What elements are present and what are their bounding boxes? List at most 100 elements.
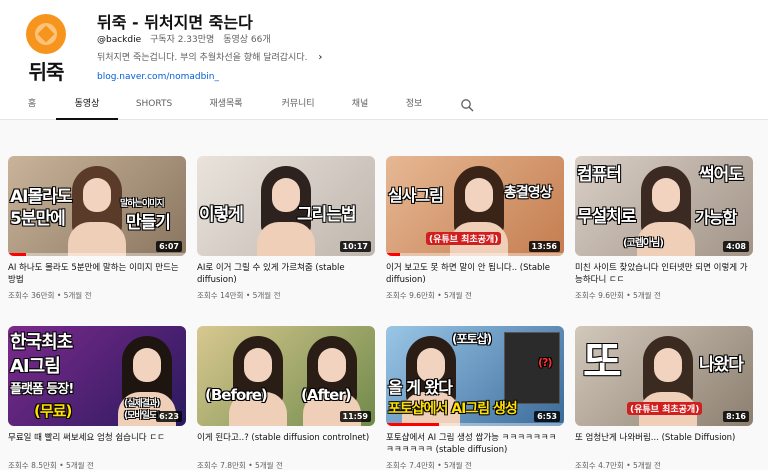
tab-playlists[interactable]: 재생목록 xyxy=(196,90,256,120)
thumbnail-text: (After) xyxy=(301,386,352,404)
view-count: 조회수 7.4만회 xyxy=(386,461,435,470)
video-title[interactable]: 무료일 때 빨리 써보세요 엄청 쉽습니다 ㄷㄷ xyxy=(8,432,186,456)
tab-home[interactable]: 홈 xyxy=(18,90,46,120)
video-thumbnail[interactable]: AI몰라도 5분만에 말하는이미지 만들기 6:07 xyxy=(8,156,186,256)
thumbnail-text: (무료) xyxy=(34,402,72,420)
video-card[interactable]: 또 나왔다 (유튜브 최초공개) 8:16 또 엄청난게 나와버림... (St… xyxy=(575,326,753,470)
video-duration: 10:17 xyxy=(339,241,371,252)
watch-progress-bar xyxy=(386,423,440,426)
video-title[interactable]: 포토샵에서 AI 그림 생성 쌉가능 ㅋㅋㅋㅋㅋㅋㅋㅋㅋㅋㅋㅋㅋ (stable… xyxy=(386,432,564,456)
upload-age: 5개월 전 xyxy=(444,291,472,300)
video-thumbnail[interactable]: 컴퓨터 썩어도 무설치로 가능함 (코렙아님) 4:08 xyxy=(575,156,753,256)
thumbnail-badge: (유튜브 최초공개) xyxy=(426,232,502,245)
tab-videos[interactable]: 동영상 xyxy=(56,90,118,120)
upload-age: 5개월 전 xyxy=(633,291,661,300)
video-meta: 조회수 9.6만회 • 5개월 전 xyxy=(575,291,661,300)
channel-header: 뒤죽 뒤죽 - 뒤처지면 죽는다 @backdie 구독자 2.33만명 동영상… xyxy=(0,0,768,90)
view-count: 조회수 8.5만회 xyxy=(8,461,57,470)
view-count: 조회수 36만회 xyxy=(8,291,55,300)
thumbnail-text: AI그림 xyxy=(10,356,61,377)
video-title[interactable]: AI로 이거 그릴 수 있게 가르쳐줌 (stable diffusion) xyxy=(197,262,375,286)
upload-age: 5개월 전 xyxy=(633,461,661,470)
thumbnail-text: 5분만에 xyxy=(10,209,66,229)
thumbnail-text: 나왔다 xyxy=(699,355,744,375)
upload-age: 5개월 전 xyxy=(63,291,92,300)
video-duration: 11:59 xyxy=(339,411,371,422)
tab-about[interactable]: 정보 xyxy=(394,90,434,120)
video-meta: 조회수 36만회 • 5개월 전 xyxy=(8,291,92,300)
view-count: 조회수 4.7만회 xyxy=(575,461,624,470)
tab-shorts[interactable]: SHORTS xyxy=(126,90,182,120)
thumbnail-text: 가능함 xyxy=(695,208,737,227)
video-card[interactable]: 이렇게 그리는법 10:17 AI로 이거 그릴 수 있게 가르쳐줌 (stab… xyxy=(197,156,375,301)
video-card[interactable]: (Before) (After) 11:59 이게 된다고..? (stable… xyxy=(197,326,375,470)
person-image xyxy=(227,336,289,426)
thumbnail-text: (포토샵) xyxy=(452,332,492,346)
video-duration: 6:07 xyxy=(156,241,182,252)
thumbnail-text: (모바일도) xyxy=(124,411,160,421)
video-meta: 조회수 8.5만회 • 5개월 전 xyxy=(8,461,94,470)
video-card[interactable]: (포토샵) 올 게 왔다 포토샵에서 AI그림 생성 (?) 6:53 포토샵에… xyxy=(386,326,564,470)
channel-description[interactable]: 뒤처지면 죽는겁니다. 부의 추월차선을 향해 달려갑시다. › xyxy=(97,50,322,63)
channel-tabs: 홈 동영상 SHORTS 재생목록 커뮤니티 채널 정보 xyxy=(0,90,768,120)
video-meta: 조회수 7.4만회 • 5개월 전 xyxy=(386,461,472,470)
thumbnail-text: 실사그림 xyxy=(388,186,444,205)
watch-progress-bar xyxy=(8,253,26,256)
video-title[interactable]: 미친 사이트 찾았습니다 인터넷만 되면 이렇게 가능하다니 ㄷㄷ xyxy=(575,262,753,286)
watch-progress-bar xyxy=(386,253,401,256)
search-icon[interactable] xyxy=(460,98,474,112)
video-meta: 조회수 4.7만회 • 5개월 전 xyxy=(575,461,661,470)
video-title[interactable]: 이거 보고도 못 하면 말이 안 됩니다.. (Stable diffusion… xyxy=(386,262,564,286)
video-duration: 13:56 xyxy=(528,241,560,252)
video-thumbnail[interactable]: 또 나왔다 (유튜브 최초공개) 8:16 xyxy=(575,326,753,426)
channel-meta: @backdie 구독자 2.33만명 동영상 66개 xyxy=(97,32,271,45)
video-grid: AI몰라도 5분만에 말하는이미지 만들기 6:07 AI 하나도 몰라도 5분… xyxy=(0,120,768,470)
video-card[interactable]: 실사그림 총결영상 (유튜브 최초공개) 13:56 이거 보고도 못 하면 말… xyxy=(386,156,564,301)
video-thumbnail[interactable]: (포토샵) 올 게 왔다 포토샵에서 AI그림 생성 (?) 6:53 xyxy=(386,326,564,426)
channel-avatar[interactable]: 뒤죽 xyxy=(22,14,70,84)
thumbnail-text: 올 게 왔다 xyxy=(388,378,453,397)
video-title[interactable]: 또 엄청난게 나와버림... (Stable Diffusion) xyxy=(575,432,753,456)
chevron-right-icon[interactable]: › xyxy=(318,52,322,63)
video-card[interactable]: 컴퓨터 썩어도 무설치로 가능함 (코렙아님) 4:08 미친 사이트 찾았습니… xyxy=(575,156,753,301)
video-card[interactable]: AI몰라도 5분만에 말하는이미지 만들기 6:07 AI 하나도 몰라도 5분… xyxy=(8,156,186,301)
thumbnail-text: 포토샵에서 AI그림 생성 xyxy=(388,401,518,417)
video-meta: 조회수 14만회 • 5개월 전 xyxy=(197,291,281,300)
channel-link[interactable]: blog.naver.com/nomadbin_ xyxy=(97,72,219,82)
video-duration: 6:23 xyxy=(156,411,182,422)
video-thumbnail[interactable]: 이렇게 그리는법 10:17 xyxy=(197,156,375,256)
tab-channels[interactable]: 채널 xyxy=(340,90,380,120)
video-duration: 8:16 xyxy=(723,411,749,422)
person-image xyxy=(66,166,128,256)
subscriber-count: 구독자 2.33만명 xyxy=(150,35,215,45)
video-title[interactable]: 이게 된다고..? (stable diffusion controlnet) xyxy=(197,432,375,456)
thumbnail-text: 한국최초 xyxy=(10,332,73,353)
thumbnail-text: 그리는법 xyxy=(297,205,357,225)
channel-logo-icon xyxy=(26,14,66,54)
thumbnail-text: 만들기 xyxy=(126,213,171,233)
upload-age: 5개월 전 xyxy=(444,461,472,470)
video-thumbnail[interactable]: 실사그림 총결영상 (유튜브 최초공개) 13:56 xyxy=(386,156,564,256)
upload-age: 5개월 전 xyxy=(66,461,94,470)
video-thumbnail[interactable]: 한국최초 AI그림 플랫폼 등장! (무료) (실제결과) (모바일도) 6:2… xyxy=(8,326,186,426)
editor-panel xyxy=(504,332,560,404)
thumbnail-text: 총결영상 xyxy=(504,185,553,201)
video-meta: 조회수 9.6만회 • 5개월 전 xyxy=(386,291,472,300)
view-count: 조회수 9.6만회 xyxy=(575,291,624,300)
view-count: 조회수 9.6만회 xyxy=(386,291,435,300)
video-count: 동영상 66개 xyxy=(223,35,271,45)
channel-description-text: 뒤처지면 죽는겁니다. 부의 추월차선을 향해 달려갑시다. xyxy=(97,53,308,63)
thumbnail-text: 이렇게 xyxy=(199,205,244,225)
video-duration: 6:53 xyxy=(534,411,560,422)
video-title[interactable]: AI 하나도 몰라도 5분만에 말하는 이미지 만드는 방법 xyxy=(8,262,186,286)
thumbnail-text: (?) xyxy=(538,356,552,369)
thumbnail-text: 컴퓨터 xyxy=(577,165,622,185)
channel-logo-text: 뒤죽 xyxy=(28,60,65,84)
thumbnail-badge: (유튜브 최초공개) xyxy=(627,402,703,415)
video-card[interactable]: 한국최초 AI그림 플랫폼 등장! (무료) (실제결과) (모바일도) 6:2… xyxy=(8,326,186,470)
thumbnail-text: (코렙아님) xyxy=(623,238,664,249)
video-thumbnail[interactable]: (Before) (After) 11:59 xyxy=(197,326,375,426)
view-count: 조회수 14만회 xyxy=(197,291,244,300)
tab-community[interactable]: 커뮤니티 xyxy=(268,90,328,120)
channel-handle: @backdie xyxy=(97,35,142,45)
